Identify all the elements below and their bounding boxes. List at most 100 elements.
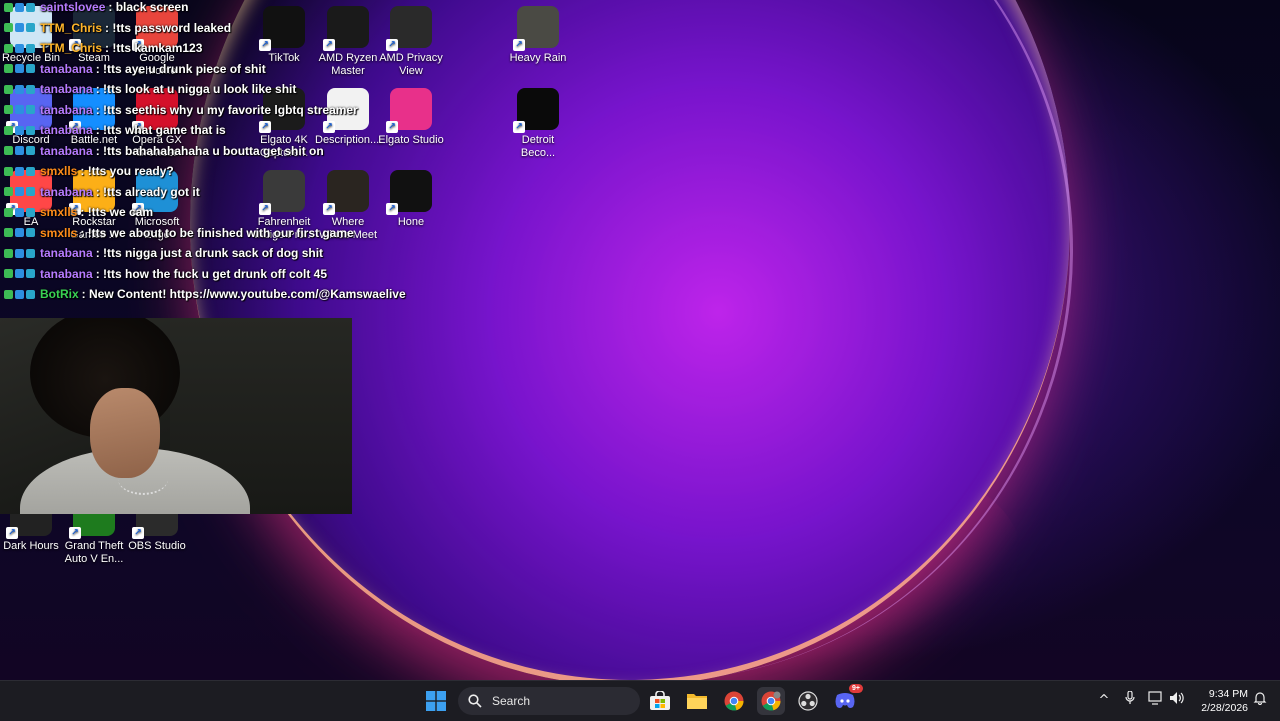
chat-badges [4,289,35,299]
webcam-person-chain [118,463,168,495]
chat-badge-icon [15,289,24,299]
chat-badge-icon [26,207,35,217]
chat-username: tanabana [40,143,93,158]
chat-badge-icon [15,43,24,53]
chat-message: tanabana: !tts how the fuck u get drunk … [0,264,400,285]
chat-message: smxlls: !tts you ready? [0,161,400,182]
chat-badge-icon [15,166,24,176]
clock-time: 9:34 PM [1208,688,1248,700]
desktop-icon[interactable]: ↗ Detroit Beco... [505,88,571,160]
chat-text: : !tts kamkam123 [105,41,203,56]
chat-badges [4,248,35,258]
chat-message: saintslovee: black screen [0,0,400,18]
chat-badge-icon [15,146,24,156]
chat-text: : !tts look at u nigga u look like shit [95,82,297,97]
chat-badge-icon [26,166,35,176]
chrome-profile-icon [761,691,781,711]
chat-badges [4,207,35,217]
chat-text: : !tts already got it [95,184,200,199]
taskbar: Search 9+ ^ 9:34 PM 2/28/2026 [0,680,1280,721]
chat-badge-icon [4,146,13,156]
show-hidden-icons-button[interactable]: ^ [1094,691,1114,711]
chat-username: tanabana [40,246,93,261]
chat-text: : !tts we about to be finished with our … [80,225,354,240]
discord-taskbar-button[interactable]: 9+ [831,684,863,715]
chat-badge-icon [26,289,35,299]
chat-text: : !tts password leaked [105,20,232,35]
volume-icon[interactable] [1167,691,1187,711]
chat-badge-icon [26,64,35,74]
notification-bell-icon[interactable] [1250,691,1270,711]
chat-username: smxlls [40,164,78,179]
search-icon [468,694,482,708]
chat-badge-icon [4,105,13,115]
chat-badge-icon [4,269,13,279]
shortcut-arrow-icon: ↗ [513,39,525,51]
chat-username: saintslovee [40,0,106,15]
file-explorer-button[interactable] [683,687,711,715]
obs-taskbar-button[interactable] [794,687,822,715]
chat-text: : !tts you ready? [80,164,174,179]
chat-message: BotRix: New Content! https://www.youtube… [0,284,406,305]
chat-badge-icon [26,187,35,197]
chat-username: tanabana [40,82,93,97]
chat-badge-icon [15,207,24,217]
chat-badges [4,64,35,74]
chat-badge-icon [15,269,24,279]
chat-message: smxlls: !tts we about to be finished wit… [0,223,400,244]
shortcut-arrow-icon: ↗ [132,527,144,539]
desktop-icon-label: Dark Hours [3,540,59,552]
chat-username: tanabana [40,184,93,199]
chat-text: : !tts we cam [80,205,154,220]
windows-start-icon [426,691,446,711]
chrome-profile-taskbar-button[interactable] [757,687,785,715]
chat-badge-icon [15,187,24,197]
shortcut-arrow-icon: ↗ [513,121,525,133]
desktop-icon[interactable]: ↗ Heavy Rain [505,6,571,65]
desktop-icon-label: OBS Studio [128,540,186,552]
chat-badge-icon [15,248,24,258]
chat-username: BotRix [40,287,79,302]
microsoft-store-button[interactable] [646,687,674,715]
chat-badges [4,43,35,53]
chat-message: TTM_Chris: !tts password leaked [0,18,400,39]
chat-text: : !tts bahahahahaha u boutta get shit on [95,143,324,158]
chat-text: : !tts aye u drunk piece of shit [95,61,266,76]
chat-username: smxlls [40,205,78,220]
chat-badge-icon [26,2,35,12]
search-label: Search [492,694,531,708]
network-icon[interactable] [1146,691,1166,711]
chat-text: : !tts nigga just a drunk sack of dog sh… [95,246,324,261]
chat-badge-icon [4,2,13,12]
detroit-icon: ↗ [513,88,559,133]
chat-badge-icon [26,248,35,258]
chat-badges [4,166,35,176]
chat-badges [4,105,35,115]
chat-badge-icon [4,64,13,74]
chat-badge-icon [4,248,13,258]
taskbar-search-box[interactable]: Search [458,687,640,715]
start-button[interactable] [422,687,450,715]
chat-badges [4,2,35,12]
chat-message: tanabana: !tts bahahahahaha u boutta get… [0,141,400,162]
discord-notification-badge: 9+ [849,684,863,693]
chat-badge-icon [15,23,24,33]
chat-badge-icon [26,269,35,279]
shortcut-arrow-icon: ↗ [69,527,81,539]
chat-username: TTM_Chris [40,20,103,35]
chat-badge-icon [26,43,35,53]
stream-chat-overlay: saintslovee: black screen TTM_Chris: !tts… [0,0,406,305]
taskbar-clock[interactable]: 9:34 PM 2/28/2026 [1190,687,1248,715]
chat-message: tanabana: !tts seethis why u my favorite… [0,100,400,121]
microphone-icon[interactable] [1120,690,1140,711]
chat-badge-icon [26,228,35,238]
chat-badge-icon [4,289,13,299]
chrome-taskbar-button[interactable] [720,687,748,715]
chat-badge-icon [4,228,13,238]
chat-username: smxlls [40,225,78,240]
desktop-icon-label: Heavy Rain [509,52,567,64]
chat-message: tanabana: !tts look at u nigga u look li… [0,79,400,100]
chat-text: : !tts how the fuck u get drunk off colt… [95,266,328,281]
chat-username: tanabana [40,266,93,281]
chat-badge-icon [26,105,35,115]
